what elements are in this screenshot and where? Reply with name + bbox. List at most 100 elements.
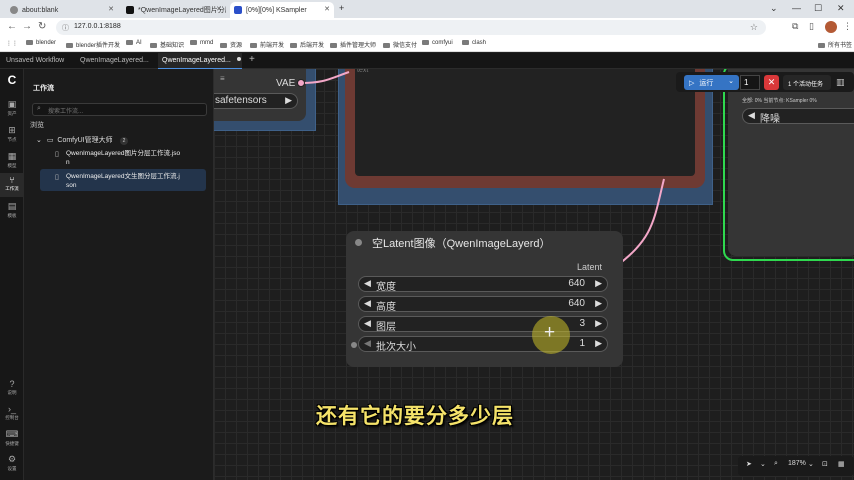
sidebar-item-nodes[interactable]: ⊞ 节点 xyxy=(0,125,24,143)
close-icon[interactable]: ✕ xyxy=(324,5,330,13)
panel-toggle-icon[interactable]: ▥ xyxy=(836,77,845,88)
bookmark-item[interactable]: 基础知识 xyxy=(150,40,184,49)
workflow-file-item-selected[interactable]: ▯ QwenImageLayered文生图分层工作流.j son xyxy=(40,169,206,191)
bookmark-item[interactable]: blender xyxy=(26,40,56,46)
bookmark-label: mmd xyxy=(200,40,214,46)
width-widget[interactable]: ◀ 宽度 640 ▶ xyxy=(358,276,608,293)
bookmark-item[interactable]: AI xyxy=(126,40,142,46)
graph-canvas[interactable]: ≡ VAE safetensors ▶ text 全部: 0% 当前节点: KS… xyxy=(214,69,854,480)
apps-icon[interactable]: ⋮⋮ xyxy=(6,40,18,47)
new-tab-button[interactable]: + xyxy=(339,3,344,13)
bookmark-item[interactable]: 插件管理大师 xyxy=(330,40,376,49)
chevron-down-icon: ⌄ xyxy=(36,137,42,144)
sidebar-iconbar: C ▣ 资产 ⊞ 节点 ▦ 模型 ⑂ 工作流 ▤ 模板 ? 说明 ›_ 控制台 ⌨ 快捷键 ⚙ 设… xyxy=(0,69,24,480)
arrow-right-icon[interactable]: ▶ xyxy=(595,318,602,329)
workflow-search-input[interactable]: ⌕ 搜索工作流... xyxy=(32,103,207,116)
bookmark-item[interactable]: blender插件开发 xyxy=(66,40,120,49)
folder-item[interactable]: ⌄ ▭ ComfyUI管理大师 2 xyxy=(36,135,129,145)
chevron-down-icon[interactable]: ⌄ xyxy=(808,460,814,468)
url-input[interactable]: ⓘ 127.0.0.1:8188 ☆ xyxy=(56,20,766,35)
bookmark-item[interactable]: mmd xyxy=(190,40,213,46)
workflow-tab-label: QwenImageLayered... xyxy=(162,57,231,64)
stop-button[interactable]: ✕ xyxy=(764,75,779,90)
widget-value: 1 xyxy=(579,338,585,349)
sidebar-item-assets[interactable]: ▣ 资产 xyxy=(0,99,24,117)
active-jobs-button[interactable]: 1 个活动任务 xyxy=(783,75,831,90)
bookmark-item[interactable]: 后端开发 xyxy=(290,40,324,49)
sidebar-item-console[interactable]: ›_ 控制台 xyxy=(0,404,24,421)
node-collapse-dot[interactable] xyxy=(355,239,362,246)
workflow-file-item[interactable]: ▯ QwenImageLayered图片分层工作流.jso n xyxy=(40,146,206,168)
extensions-icon[interactable]: ⧉ xyxy=(792,21,798,32)
sidebar-item-help[interactable]: ? 说明 xyxy=(0,379,24,396)
workflow-tab[interactable]: Unsaved Workflow xyxy=(2,53,72,69)
run-button[interactable]: ▷ 运行 ⌄ xyxy=(684,75,739,90)
sidebar-item-settings[interactable]: ⚙ 设置 xyxy=(0,454,24,472)
zoom-search-icon[interactable]: ⌕ xyxy=(774,460,778,468)
chevron-down-icon[interactable]: ⌄ xyxy=(728,77,734,85)
bookmark-label: comfyui xyxy=(432,40,453,46)
file-label-line1: QwenImageLayered文生图分层工作流.j xyxy=(66,173,180,180)
select-tool-icon[interactable]: ➤ xyxy=(746,460,752,468)
sidebar-item-templates[interactable]: ▤ 模板 xyxy=(0,201,24,219)
reload-icon[interactable]: ↻ xyxy=(38,21,46,32)
minimize-icon[interactable]: — xyxy=(792,3,801,13)
widget-value: 640 xyxy=(568,298,585,309)
new-workflow-button[interactable]: + xyxy=(245,53,259,69)
arrow-right-icon[interactable]: ▶ xyxy=(595,298,602,309)
batch-input-dot[interactable] xyxy=(351,342,357,348)
fit-view-icon[interactable]: ⊡ xyxy=(822,460,828,468)
sidebar-item-models[interactable]: ▦ 模型 xyxy=(0,151,24,169)
comfy-logo[interactable]: C xyxy=(0,73,24,87)
arrow-left-icon[interactable]: ◀ xyxy=(364,278,371,289)
bookmark-item[interactable]: 资源 xyxy=(220,40,242,49)
maximize-icon[interactable]: ☐ xyxy=(814,3,822,14)
all-bookmarks[interactable]: 所有书签 xyxy=(818,40,852,49)
bookmark-star-icon[interactable]: ☆ xyxy=(750,22,758,33)
layers-widget[interactable]: ◀ 图层 3 ▶ xyxy=(358,316,608,333)
batch-count-input[interactable]: 1 xyxy=(740,75,760,90)
folder-icon xyxy=(422,40,429,45)
back-icon[interactable]: ← xyxy=(7,21,17,32)
menu-icon[interactable]: ⋮ xyxy=(843,21,852,32)
window-close-icon[interactable]: ✕ xyxy=(837,3,845,14)
bookmark-item[interactable]: 微信支付 xyxy=(383,40,417,49)
minimap-icon[interactable]: ▦ xyxy=(838,460,845,468)
folder-icon xyxy=(220,43,227,48)
template-icon: ▤ xyxy=(7,201,17,211)
arrow-left-icon[interactable]: ◀ xyxy=(364,318,371,329)
zoom-level[interactable]: 187% xyxy=(788,460,806,467)
forward-icon[interactable]: → xyxy=(22,21,32,32)
tab-search-icon[interactable]: ⌄ xyxy=(770,3,778,14)
browser-tab[interactable]: about:blank ✕ xyxy=(6,2,118,18)
sidebar-icon[interactable]: ▯ xyxy=(809,21,814,32)
workflow-tab[interactable]: QwenImageLayered... xyxy=(76,53,156,69)
sidebar-item-workflows[interactable]: ⑂ 工作流 xyxy=(0,173,24,197)
bookmark-item[interactable]: clash xyxy=(462,40,486,46)
profile-avatar[interactable] xyxy=(825,21,837,33)
arrow-right-icon[interactable]: ▶ xyxy=(595,338,602,349)
canvas-controls: ➤ ⌄ ⌕ 187% ⌄ ⊡ ▦ xyxy=(738,456,854,476)
close-icon[interactable]: ✕ xyxy=(108,5,114,13)
arrow-left-icon[interactable]: ◀ xyxy=(364,338,371,349)
sidebar-item-label: 控制台 xyxy=(5,415,19,420)
bookmark-item[interactable]: comfyui xyxy=(422,40,453,46)
sidebar-item-shortcuts[interactable]: ⌨ 快捷键 xyxy=(0,429,24,447)
workflow-tab-active[interactable]: QwenImageLayered... xyxy=(158,53,242,69)
arrow-left-icon[interactable]: ◀ xyxy=(364,298,371,309)
arrow-right-icon[interactable]: ▶ xyxy=(595,278,602,289)
browser-tab-active[interactable]: [0%][0%] KSampler ✕ xyxy=(230,2,334,18)
height-widget[interactable]: ◀ 高度 640 ▶ xyxy=(358,296,608,313)
sidebar-item-label: 快捷键 xyxy=(5,441,19,446)
comfy-logo-icon: C xyxy=(7,73,17,87)
node-library-icon: ⊞ xyxy=(8,125,16,135)
bookmarks-bar: ⋮⋮ blender blender插件开发 AI 基础知识 mmd 资源 前端… xyxy=(0,37,854,52)
chevron-down-icon[interactable]: ⌄ xyxy=(760,460,766,468)
empty-latent-node[interactable]: 空Latent图像（QwenImageLayerd） Latent ◀ 宽度 6… xyxy=(346,231,623,367)
widget-value: 640 xyxy=(568,278,585,289)
bookmark-item[interactable]: 前端开发 xyxy=(250,40,284,49)
close-icon[interactable]: ✕ xyxy=(216,5,222,13)
site-info-icon[interactable]: ⓘ xyxy=(62,23,69,33)
batch-size-widget[interactable]: ◀ 批次大小 1 ▶ xyxy=(358,336,608,353)
browser-tab[interactable]: *QwenImageLayered图片分层... ✕ xyxy=(122,2,226,18)
